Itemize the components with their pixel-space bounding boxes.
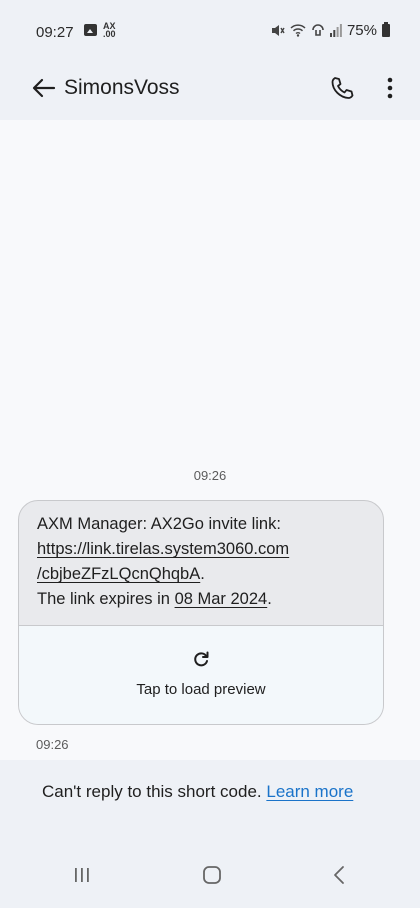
link-suffix: . <box>200 565 205 583</box>
conversation-area[interactable]: 09:26 AXM Manager: AX2Go invite link: ht… <box>0 120 420 760</box>
status-time: 09:27 <box>36 24 74 41</box>
back-icon <box>334 866 344 884</box>
reply-notice: Can't reply to this short code. Learn mo… <box>0 760 420 848</box>
reply-notice-text: Can't reply to this short code. Learn mo… <box>42 778 382 806</box>
navigation-bar <box>0 848 420 903</box>
recents-icon <box>75 868 89 882</box>
message-timestamp: 09:26 <box>36 737 69 752</box>
phone-icon[interactable] <box>328 74 356 102</box>
home-button[interactable] <box>192 848 232 903</box>
mute-icon <box>271 25 285 36</box>
contact-name: SimonsVoss <box>64 76 180 99</box>
back-arrow-icon[interactable] <box>30 74 58 102</box>
battery-percent: 75% <box>346 22 377 39</box>
status-system-icons: 75% <box>271 22 390 39</box>
recents-button[interactable] <box>62 848 102 903</box>
image-icon <box>84 24 97 36</box>
nav-back-button[interactable] <box>320 848 360 903</box>
refresh-icon <box>194 651 209 667</box>
signal-icon <box>329 24 342 37</box>
invite-link-part-2[interactable]: /cbjbeZFzLQcnQhqbA <box>37 565 200 583</box>
invite-link[interactable]: https://link.tirelas.system3060.com/cbjb… <box>37 540 289 583</box>
ax-notification-icon: AX .00 <box>103 22 116 39</box>
status-bar: 09:27 AX .00 75% <box>0 0 420 62</box>
message-line-1: AXM Manager: AX2Go invite link: <box>37 515 281 533</box>
reply-notice-message: Can't reply to this short code. <box>42 782 267 801</box>
learn-more-link[interactable]: Learn more <box>266 782 353 801</box>
home-icon <box>203 866 221 884</box>
battery-icon <box>382 22 390 37</box>
message-bubble[interactable]: AXM Manager: AX2Go invite link: https://… <box>18 500 384 725</box>
volte-icon <box>312 24 324 36</box>
message-text: AXM Manager: AX2Go invite link: https://… <box>19 501 383 625</box>
preview-label: Tap to load preview <box>136 681 266 698</box>
conversation-timestamp: 09:26 <box>193 468 227 483</box>
load-preview-button[interactable]: Tap to load preview <box>19 625 383 724</box>
invite-link-part-1[interactable]: https://link.tirelas.system3060.com <box>37 540 289 558</box>
expiry-prefix: The link expires in <box>37 590 175 608</box>
ax-badge-bottom: .00 <box>103 29 116 39</box>
expiry-suffix: . <box>267 590 272 608</box>
wifi-icon <box>290 24 306 37</box>
expiry-date-link[interactable]: 08 Mar 2024 <box>175 590 268 608</box>
more-vert-icon[interactable] <box>382 74 398 102</box>
status-notification-icons: AX .00 <box>84 22 116 39</box>
app-bar: SimonsVoss <box>0 62 420 116</box>
